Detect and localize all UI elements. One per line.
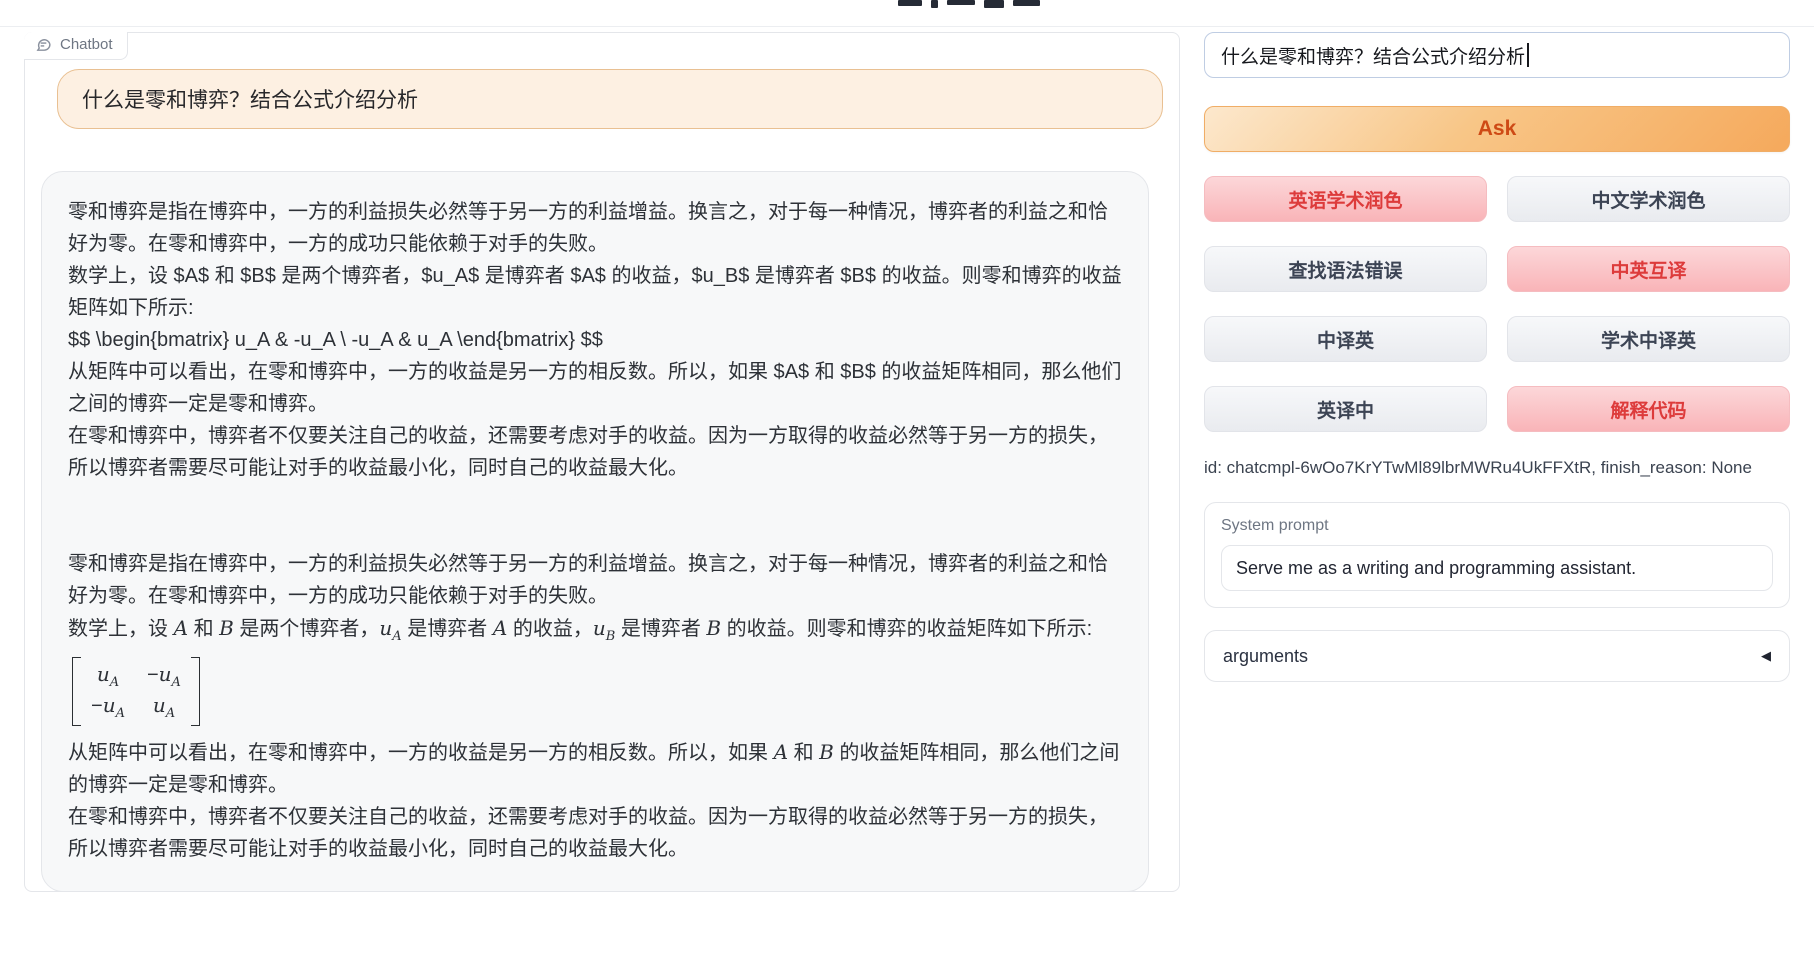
quick-prompt-button[interactable]: 查找语法错误 xyxy=(1204,246,1487,292)
quick-prompt-button[interactable]: 解释代码 xyxy=(1507,386,1790,432)
bot-paragraph: 数学上，设 $A$ 和 $B$ 是两个博弈者，$u_A$ 是博弈者 $A$ 的收… xyxy=(68,260,1122,324)
clipped-page-title xyxy=(898,0,1040,9)
user-message-bubble: 什么是零和博弈？结合公式介绍分析 xyxy=(57,69,1163,129)
chat-bubble-icon xyxy=(35,36,52,53)
text-cursor xyxy=(1527,43,1529,67)
matrix-right-bracket xyxy=(191,657,200,726)
system-prompt-label: System prompt xyxy=(1221,517,1773,535)
bot-paragraph: 在零和博弈中，博弈者不仅要关注自己的收益，还需要考虑对手的收益。因为一方取得的收… xyxy=(68,420,1122,484)
bot-paragraph: 从矩阵中可以看出，在零和博弈中，一方的收益是另一方的相反数。所以，如果 $A$ … xyxy=(68,356,1122,420)
bot-paragraph-math: 从矩阵中可以看出，在零和博弈中，一方的收益是另一方的相反数。所以，如果 A 和 … xyxy=(68,736,1122,801)
ask-button[interactable]: Ask xyxy=(1204,106,1790,152)
bot-paragraph: 在零和博弈中，博弈者不仅要关注自己的收益，还需要考虑对手的收益。因为一方取得的收… xyxy=(68,801,1122,865)
quick-prompt-button[interactable]: 中译英 xyxy=(1204,316,1487,362)
matrix-left-bracket xyxy=(72,657,81,726)
arguments-accordion-label: arguments xyxy=(1223,646,1308,667)
chatbot-panel-label: Chatbot xyxy=(24,32,128,60)
response-status-line: id: chatcmpl-6wOo7KrYTwMl89lbrMWRu4UkFFX… xyxy=(1204,458,1790,478)
matrix-cells: uA−uA−uAuA xyxy=(89,657,183,726)
chat-messages: 什么是零和博弈？结合公式介绍分析 零和博弈是指在博弈中，一方的利益损失必然等于另… xyxy=(25,33,1179,908)
chatbot-panel: Chatbot 什么是零和博弈？结合公式介绍分析 零和博弈是指在博弈中，一方的利… xyxy=(24,32,1180,892)
bot-paragraph: 零和博弈是指在博弈中，一方的利益损失必然等于另一方的利益增益。换言之，对于每一种… xyxy=(68,196,1122,260)
quick-buttons-grid: 英语学术润色中文学术润色查找语法错误中英互译中译英学术中译英英译中解释代码 xyxy=(1204,176,1790,432)
header-divider xyxy=(0,26,1814,27)
clipped-title-fragment xyxy=(931,0,938,8)
arguments-accordion[interactable]: arguments ◀ xyxy=(1204,630,1790,682)
clipped-title-fragment xyxy=(947,0,975,5)
system-prompt-input[interactable]: Serve me as a writing and programming as… xyxy=(1221,545,1773,591)
question-input-value: 什么是零和博弈？结合公式介绍分析 xyxy=(1221,42,1525,69)
quick-prompt-button[interactable]: 中英互译 xyxy=(1507,246,1790,292)
quick-prompt-button[interactable]: 英语学术润色 xyxy=(1204,176,1487,222)
bot-message-bubble: 零和博弈是指在博弈中，一方的利益损失必然等于另一方的利益增益。换言之，对于每一种… xyxy=(41,171,1149,892)
payoff-matrix: uA−uA−uAuA xyxy=(72,657,200,726)
clipped-title-fragment xyxy=(898,0,922,6)
paragraph-gap xyxy=(68,484,1122,548)
system-prompt-value: Serve me as a writing and programming as… xyxy=(1236,558,1636,579)
collapse-triangle-icon: ◀ xyxy=(1761,648,1771,664)
bot-paragraph-math: 数学上，设 A 和 B 是两个博弈者，uA 是博弈者 A 的收益，uB 是博弈者… xyxy=(68,612,1122,653)
clipped-title-fragment xyxy=(984,0,1004,8)
system-prompt-card: System prompt Serve me as a writing and … xyxy=(1204,502,1790,608)
bot-paragraph: 零和博弈是指在博弈中，一方的利益损失必然等于另一方的利益增益。换言之，对于每一种… xyxy=(68,548,1122,612)
bot-latex-source: $$ \begin{bmatrix} u_A & -u_A \ -u_A & u… xyxy=(68,324,1122,356)
quick-prompt-button[interactable]: 英译中 xyxy=(1204,386,1487,432)
user-message-text: 什么是零和博弈？结合公式介绍分析 xyxy=(82,89,418,112)
quick-prompt-button[interactable]: 中文学术润色 xyxy=(1507,176,1790,222)
controls-column: 什么是零和博弈？结合公式介绍分析 Ask 英语学术润色中文学术润色查找语法错误中… xyxy=(1204,32,1790,682)
quick-prompt-button[interactable]: 学术中译英 xyxy=(1507,316,1790,362)
clipped-title-fragment xyxy=(1013,0,1040,6)
question-input[interactable]: 什么是零和博弈？结合公式介绍分析 xyxy=(1204,32,1790,78)
chatbot-label-text: Chatbot xyxy=(60,36,113,53)
